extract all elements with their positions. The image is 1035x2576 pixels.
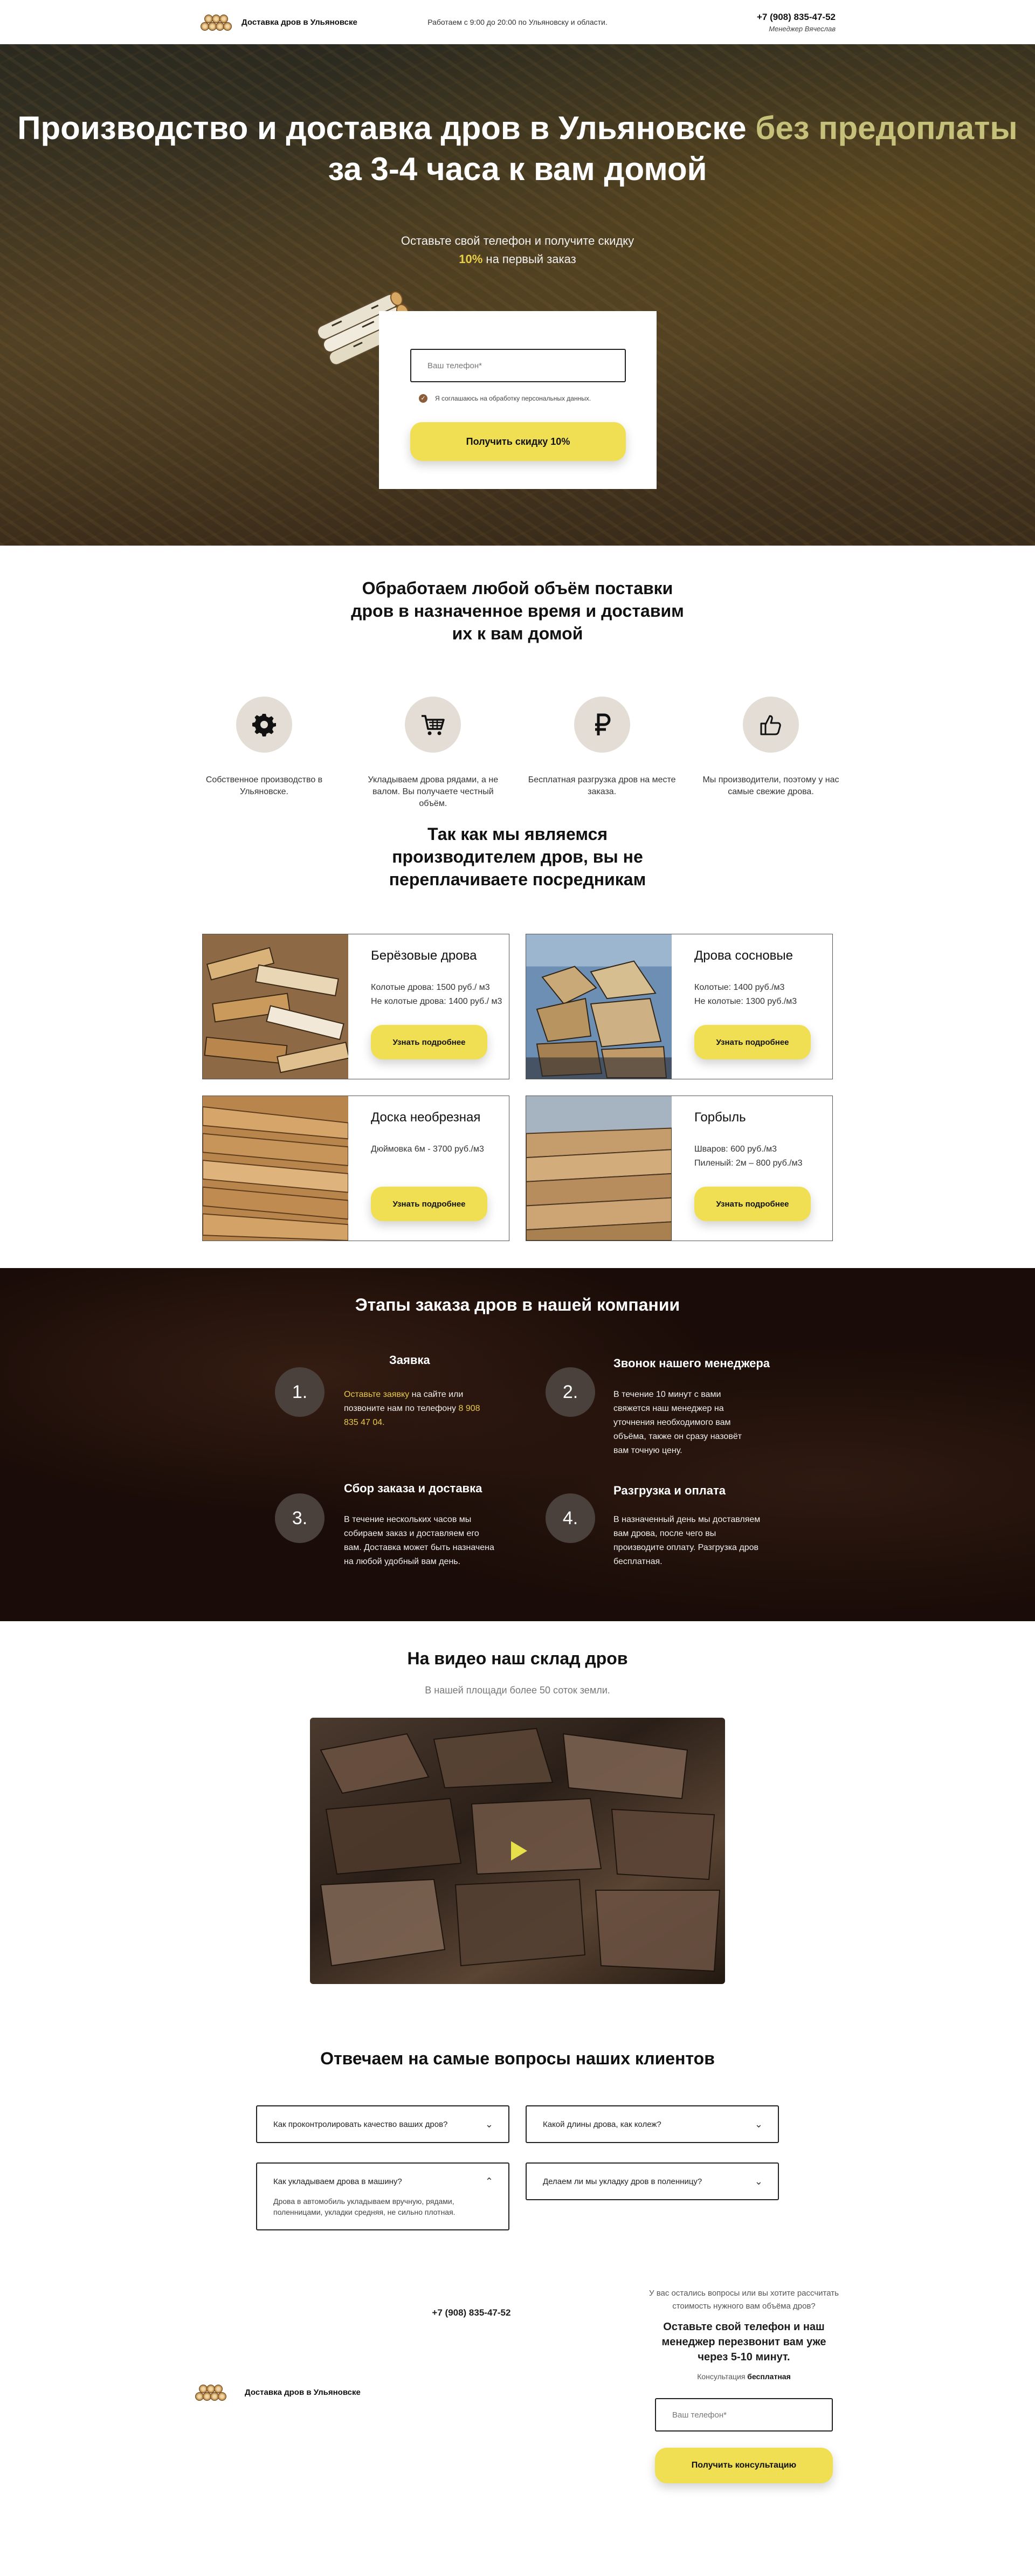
product-price: Шваров: 600 руб./м3 Пиленый: 2м – 800 руб…: [694, 1145, 803, 1168]
faq-item[interactable]: Как проконтролировать качество ваших дро…: [256, 2105, 509, 2143]
footer-brand[interactable]: Доставка дров в Ульяновске: [194, 2301, 361, 2483]
faq-question: Как проконтролировать качество ваших дро…: [273, 2119, 448, 2129]
feature-item: Укладываем дрова рядами, а не валом. Вы …: [357, 697, 508, 810]
faq-answer: Дрова в автомобиль укладываем вручную, р…: [273, 2197, 456, 2216]
play-icon[interactable]: [511, 1841, 527, 1861]
manager-name: Менеджер Вячеслав: [769, 24, 836, 33]
feature-item: Бесплатная разгрузка дров на месте заказ…: [527, 697, 678, 810]
step-text: В течение нескольких часов мы собираем з…: [344, 1515, 494, 1566]
faq-section: Отвечаем на самые вопросы наших клиентов…: [0, 2036, 1035, 2271]
chevron-down-icon: ⌄: [754, 2175, 763, 2187]
features-section: Обработаем любой объём поставки дров в н…: [0, 546, 1035, 815]
logo-icon: [199, 12, 232, 32]
faq-item[interactable]: Делаем ли мы укладку дров в поленницу? ⌄: [526, 2162, 779, 2200]
learn-more-button[interactable]: Узнать подробнее: [694, 1187, 811, 1221]
products-section: Так как мы являемся производителем дров,…: [0, 815, 1035, 1268]
unedged-board-image: [203, 1096, 348, 1241]
feature-item: Собственное производство в Ульяновске.: [189, 697, 340, 810]
footer-phone-link[interactable]: +7 (908) 835-47-52: [432, 2308, 510, 2483]
products-title: Так как мы являемся производителем дров,…: [389, 824, 646, 889]
faq-title: Отвечаем на самые вопросы наших клиентов: [320, 2049, 715, 2068]
product-name: Доска необрезная: [371, 1110, 481, 1125]
birch-firewood-image: [203, 934, 348, 1079]
faq-item[interactable]: Какой длины дрова, как колеж? ⌄: [526, 2105, 779, 2143]
product-card: Доска необрезная Дюймовка 6м - 3700 руб.…: [202, 1096, 509, 1241]
learn-more-button[interactable]: Узнать подробнее: [371, 1025, 487, 1059]
product-card: Горбыль Шваров: 600 руб./м3 Пиленый: 2м –…: [526, 1096, 833, 1241]
hero-title-highlight: без предоплаты: [755, 110, 1018, 146]
consent-checkbox[interactable]: ✓: [419, 394, 427, 403]
product-name: Дрова сосновые: [694, 948, 794, 963]
step-text: В назначенный день мы доставляем вам дро…: [613, 1515, 761, 1566]
brand-name: Доставка дров в Ульяновске: [242, 17, 357, 27]
features-title: Обработаем любой объём поставки дров в н…: [351, 578, 684, 643]
thumbs-up-icon: [742, 697, 799, 753]
cart-icon: [405, 697, 461, 753]
brand[interactable]: Доставка дров в Ульяновске: [199, 12, 383, 32]
chevron-down-icon: ⌄: [754, 2118, 763, 2130]
logo-icon: [194, 2382, 226, 2402]
consultation-heading: Оставьте свой телефон и наш менеджер пер…: [661, 2321, 826, 2363]
product-price: Дюймовка 6м - 3700 руб./м3: [371, 1145, 484, 1154]
product-price: Колотые: 1400 руб./м3 Не колотые: 1300 ру…: [694, 983, 797, 1006]
chevron-up-icon: ⌃: [485, 2175, 493, 2187]
slab-wood-image: [526, 1096, 672, 1241]
step-text: В течение 10 минут с вами свяжется наш м…: [613, 1390, 742, 1455]
learn-more-button[interactable]: Узнать подробнее: [694, 1025, 811, 1059]
hero-subtitle: Оставьте свой телефон и получите скидку 1…: [401, 234, 634, 266]
faq-question: Делаем ли мы укладку дров в поленницу?: [543, 2176, 702, 2186]
faq-question: Как укладываем дрова в машину?: [273, 2176, 402, 2186]
order-steps-section: Этапы заказа дров в нашей компании 1. За…: [0, 1268, 1035, 1621]
faq-item-open[interactable]: Как укладываем дрова в машину? ⌃ Дрова в …: [256, 2162, 509, 2230]
steps-background: [0, 1268, 1035, 1621]
hero-phone-input[interactable]: Ваш телефон*: [410, 349, 626, 382]
video-title: На видео наш склад дров: [407, 1649, 628, 1668]
get-discount-button[interactable]: Получить скидку 10%: [410, 422, 626, 461]
faq-question: Какой длины дрова, как колеж?: [543, 2119, 661, 2129]
product-price: Колотые дрова: 1500 руб./ м3 Не колотые д…: [371, 983, 502, 1006]
hero-title: Производство и доставка дров в Ульяновск…: [17, 110, 1018, 187]
ruble-icon: [574, 697, 630, 753]
consent-checkbox-row[interactable]: ✓ Я соглашаюсь на обработку персональных…: [410, 394, 625, 403]
feature-item: Мы производители, поэтому у нас самые св…: [695, 697, 846, 810]
video-subtitle: В нашей площади более 50 соток земли.: [425, 1685, 610, 1696]
leave-request-link[interactable]: Оставьте заявку: [344, 1390, 409, 1399]
step-heading: Заявка: [389, 1353, 430, 1367]
pine-firewood-image: [526, 934, 672, 1079]
site-header: Доставка дров в Ульяновске Работаем с 9:…: [0, 0, 1035, 44]
step-number: 2.: [546, 1367, 595, 1417]
step-text: Оставьте заявку на сайте или позвоните н…: [344, 1390, 480, 1427]
product-card: Дрова сосновые Колотые: 1400 руб./м3 Не к…: [526, 934, 833, 1079]
consent-label: Я соглашаюсь на обработку персональных д…: [435, 395, 591, 402]
video-section: На видео наш склад дров В нашей площади …: [0, 1621, 1035, 2036]
footer-brand-name: Доставка дров в Ульяновске: [245, 2387, 361, 2397]
product-card: Берёзовые дрова Колотые дрова: 1500 руб.…: [202, 934, 509, 1079]
header-phone-link[interactable]: +7 (908) 835-47-52: [652, 12, 836, 23]
footer-phone-input[interactable]: Ваш телефон*: [654, 2398, 833, 2432]
step-heading: Сбор заказа и доставка: [344, 1482, 482, 1495]
chevron-down-icon: ⌄: [485, 2118, 493, 2130]
product-name: Горбыль: [694, 1110, 746, 1125]
steps-title: Этапы заказа дров в нашей компании: [355, 1295, 680, 1314]
working-hours: Работаем с 9:00 до 20:00 по Ульяновску и…: [427, 18, 608, 26]
step-number: 3.: [275, 1493, 325, 1543]
video-player[interactable]: [310, 1718, 725, 1984]
step-number: 1.: [275, 1367, 325, 1417]
step-number: 4.: [546, 1493, 595, 1543]
discount-form: Ваш телефон* ✓ Я соглашаюсь на обработку…: [379, 311, 657, 489]
consultation-note: Консультация бесплатная: [697, 2372, 791, 2381]
learn-more-button[interactable]: Узнать подробнее: [371, 1187, 487, 1221]
gear-icon: [236, 697, 292, 753]
step-heading: Звонок нашего менеджера: [613, 1356, 770, 1370]
site-footer: Доставка дров в Ульяновске +7 (908) 835-…: [0, 2271, 1035, 2576]
consultation-form: У вас остались вопросы или вы хотите рас…: [647, 2287, 841, 2483]
get-consultation-button[interactable]: Получить консультацию: [654, 2448, 833, 2483]
header-contact: +7 (908) 835-47-52 Менеджер Вячеслав: [652, 12, 836, 33]
step-heading: Разгрузка и оплата: [613, 1484, 726, 1497]
hero-section: Производство и доставка дров в Ульяновск…: [0, 44, 1035, 546]
consultation-question: У вас остались вопросы или вы хотите рас…: [649, 2289, 839, 2311]
product-name: Берёзовые дрова: [371, 948, 477, 963]
